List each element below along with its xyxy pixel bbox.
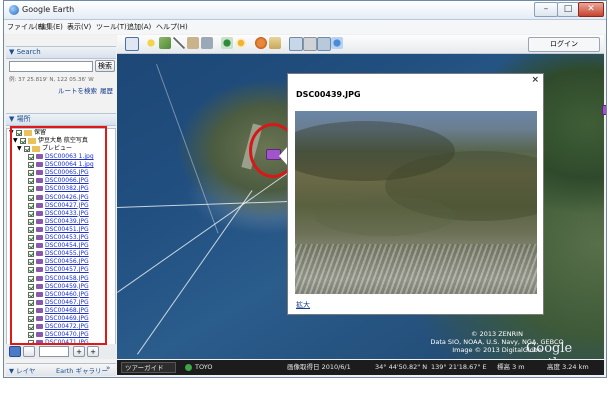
historical-imagery-icon[interactable] — [221, 37, 233, 49]
photo-placemark-icon[interactable] — [602, 105, 606, 115]
window-title: Google Earth — [22, 5, 75, 14]
sunlight-icon[interactable] — [235, 37, 247, 49]
status-bar: ツアーガイド TOYO 画像取得日 2010/6/1 34° 44'50.82"… — [117, 360, 604, 375]
save-image-icon[interactable] — [317, 37, 331, 51]
menu-bar: ファイル(F) 編集(E) 表示(V) ツール(T) 追加(A) ヘルプ(H) — [4, 20, 606, 34]
menu-add[interactable]: 追加(A) — [127, 22, 151, 32]
sidebar-bottom-controls: + + — [6, 344, 116, 359]
image-overlay-icon[interactable] — [187, 37, 199, 49]
menu-tools[interactable]: ツール(T) — [96, 22, 127, 32]
photo-balloon: × DSC00439.JPG 拡大 — [287, 73, 544, 315]
bottom-tabs: ▼ レイヤ Earth ギャラリー » — [6, 363, 116, 376]
longitude-readout: 139° 21'18.67" E — [431, 363, 487, 371]
gallery-arrow-icon[interactable]: » — [106, 364, 110, 372]
places-filter-input[interactable] — [39, 346, 69, 357]
app-window: Google Earth – □ ✕ ファイル(F) 編集(E) 表示(V) ツ… — [3, 0, 607, 378]
annotation-box — [10, 126, 107, 345]
places-panel-header[interactable]: ▼ 場所 — [6, 113, 116, 126]
view-mode-icon[interactable] — [9, 346, 21, 357]
earth-gallery-tab[interactable]: Earth ギャラリー — [56, 365, 108, 375]
list-mode-icon[interactable] — [23, 346, 35, 357]
places-section-label: ▼ 場所 — [9, 115, 31, 123]
search-example-text: 例: 37 25.819' N, 122 05.36' W — [9, 77, 94, 83]
eye-altitude-readout: 高度 3.24 km — [547, 363, 589, 371]
maximize-button[interactable]: □ — [557, 2, 579, 17]
balloon-title: DSC00439.JPG — [296, 90, 361, 99]
google-earth-app-icon — [9, 5, 19, 15]
boundary-line — [156, 64, 219, 234]
layers-tab[interactable]: ▼ レイヤ — [9, 365, 35, 375]
menu-edit[interactable]: 編集(E) — [39, 22, 63, 32]
boundary-line — [137, 190, 253, 355]
expand-link[interactable]: 拡大 — [296, 300, 310, 310]
move-up-button[interactable]: + — [73, 346, 85, 357]
streaming-indicator-icon — [185, 364, 192, 371]
route-search-link[interactable]: ルートを検索 — [58, 85, 97, 95]
search-section-label: ▼ Search — [9, 48, 41, 56]
map-credit-zenrin: © 2013 ZENRIN — [471, 330, 523, 338]
imagery-date: 画像取得日 2010/6/1 — [287, 363, 351, 371]
latitude-readout: 34° 44'50.82" N — [375, 363, 428, 371]
view-in-maps-icon[interactable] — [331, 37, 343, 49]
toolbar: ログイン — [117, 35, 604, 54]
email-icon[interactable] — [289, 37, 303, 51]
sidebar-toggle-icon[interactable] — [125, 37, 139, 51]
title-bar: Google Earth – □ ✕ — [4, 1, 606, 20]
close-window-button[interactable]: ✕ — [578, 2, 604, 17]
login-button[interactable]: ログイン — [528, 37, 600, 52]
menu-help[interactable]: ヘルプ(H) — [156, 22, 188, 32]
tour-guide-button[interactable]: ツアーガイド — [121, 362, 176, 373]
ruler-icon[interactable] — [269, 37, 281, 49]
polygon-icon[interactable] — [159, 37, 171, 49]
close-balloon-button[interactable]: × — [531, 75, 539, 85]
streaming-label: TOYO — [195, 363, 213, 371]
menu-view[interactable]: 表示(V) — [67, 22, 91, 32]
elevation-readout: 標高 3 m — [497, 363, 525, 371]
boundary-line — [117, 200, 307, 208]
search-button[interactable]: 検索 — [95, 60, 115, 72]
aerial-photo — [295, 111, 537, 294]
search-input[interactable] — [9, 61, 93, 72]
record-tour-icon[interactable] — [201, 37, 213, 49]
history-link[interactable]: 履歴 — [100, 85, 113, 95]
photo-ridge — [315, 196, 455, 236]
print-icon[interactable] — [303, 37, 317, 51]
search-panel-header[interactable]: ▼ Search — [6, 46, 116, 59]
minimize-button[interactable]: – — [534, 2, 558, 17]
move-down-button[interactable]: + — [87, 346, 99, 357]
placemark-icon[interactable] — [145, 37, 157, 49]
photo-town — [295, 244, 537, 294]
planets-icon[interactable] — [255, 37, 267, 49]
boundary-line — [117, 160, 306, 293]
path-icon[interactable] — [173, 37, 185, 49]
